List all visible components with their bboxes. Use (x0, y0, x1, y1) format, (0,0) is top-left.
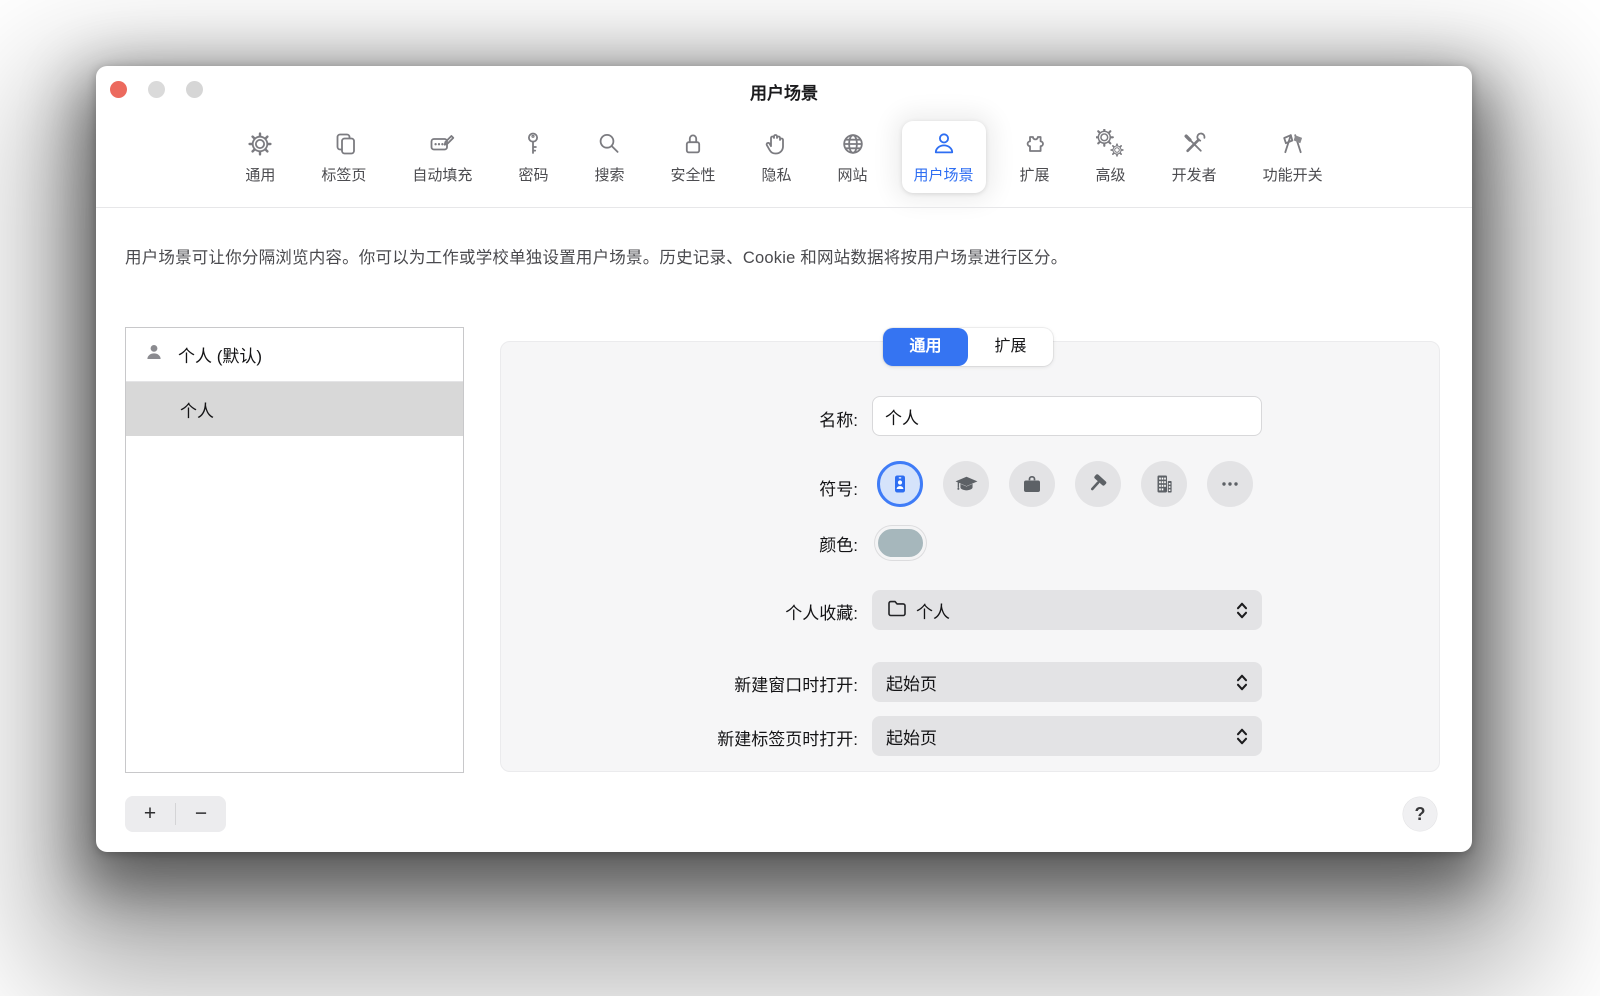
help-button[interactable]: ? (1403, 797, 1437, 831)
hand-icon (761, 129, 791, 159)
name-label: 名称: (819, 406, 858, 431)
symbol-option-more[interactable] (1207, 461, 1253, 507)
add-profile-button[interactable]: + (125, 802, 175, 826)
search-icon (594, 129, 624, 159)
symbol-option-building[interactable] (1141, 461, 1187, 507)
toolbar-item-label: 安全性 (670, 164, 715, 185)
symbol-option-hammer[interactable] (1075, 461, 1121, 507)
new-tab-dropdown[interactable]: 起始页 (872, 716, 1262, 756)
profile-person-icon (144, 342, 164, 367)
toolbar-item-label: 搜索 (594, 164, 624, 185)
autofill-icon (427, 129, 457, 159)
detail-tab-switcher: 通用 扩展 (883, 328, 1053, 366)
building-icon (1152, 472, 1176, 496)
new-window-label: 新建窗口时打开: (734, 671, 858, 696)
toolbar-item-label: 开发者 (1172, 164, 1217, 185)
double-gear-icon (1096, 129, 1126, 159)
toolbar-item-advanced[interactable]: 高级 (1084, 121, 1138, 193)
globe-icon (838, 129, 868, 159)
new-tab-label: 新建标签页时打开: (717, 725, 858, 750)
tab-extensions[interactable]: 扩展 (968, 328, 1053, 366)
person-icon (929, 129, 959, 159)
window-title: 用户场景 (96, 79, 1472, 104)
favorites-label: 个人收藏: (785, 599, 858, 624)
toolbar-item-label: 扩展 (1020, 164, 1050, 185)
profile-list-item[interactable]: 个人 (126, 382, 463, 436)
profile-item-label: 个人 (180, 397, 214, 422)
toolbar-item-label: 隐私 (761, 164, 791, 185)
toolbar-item-label: 自动填充 (412, 164, 472, 185)
toolbar-item-security[interactable]: 安全性 (658, 121, 727, 193)
key-icon (518, 129, 548, 159)
toolbar-item-developer[interactable]: 开发者 (1160, 121, 1229, 193)
toolbar-item-label: 网站 (838, 164, 868, 185)
profile-name-input[interactable] (872, 396, 1262, 436)
symbol-option-graduation-cap[interactable] (943, 461, 989, 507)
add-remove-control: + − (125, 796, 226, 832)
flags-icon (1278, 129, 1308, 159)
puzzle-icon (1020, 129, 1050, 159)
new-tab-value: 起始页 (886, 724, 1226, 749)
folder-icon (886, 597, 908, 624)
tabs-icon (329, 129, 359, 159)
toolbar-item-search[interactable]: 搜索 (582, 121, 636, 193)
toolbar-item-label: 密码 (518, 164, 548, 185)
favorites-value: 个人 (916, 598, 1226, 623)
developer-tools-icon (1179, 129, 1209, 159)
chevron-up-down-icon (1234, 726, 1250, 747)
toolbar-item-label: 用户场景 (914, 164, 974, 185)
id-badge-icon (888, 472, 912, 496)
profiles-group-header[interactable]: 个人 (默认) (126, 328, 463, 382)
toolbar-divider (96, 207, 1472, 208)
lock-icon (678, 129, 708, 159)
chevron-up-down-icon (1234, 600, 1250, 621)
new-window-dropdown[interactable]: 起始页 (872, 662, 1262, 702)
gear-icon (245, 129, 275, 159)
graduation-cap-icon (954, 472, 979, 497)
remove-profile-button[interactable]: − (176, 802, 226, 826)
toolbar-item-label: 高级 (1096, 164, 1126, 185)
toolbar-item-profiles[interactable]: 用户场景 (902, 121, 986, 193)
ellipsis-icon (1218, 472, 1242, 496)
symbol-label: 符号: (819, 475, 858, 500)
briefcase-icon (1020, 472, 1044, 496)
toolbar-item-passwords[interactable]: 密码 (506, 121, 560, 193)
profiles-group-label: 个人 (默认) (178, 342, 262, 367)
toolbar-item-label: 通用 (245, 164, 275, 185)
chevron-up-down-icon (1234, 672, 1250, 693)
toolbar-item-websites[interactable]: 网站 (826, 121, 880, 193)
color-label: 颜色: (819, 531, 858, 556)
toolbar-item-label: 功能开关 (1263, 164, 1323, 185)
favorites-dropdown[interactable]: 个人 (872, 590, 1262, 630)
profiles-description: 用户场景可让你分隔浏览内容。你可以为工作或学校单独设置用户场景。历史记录、Coo… (125, 244, 1432, 268)
toolbar-item-general[interactable]: 通用 (233, 121, 287, 193)
toolbar-item-privacy[interactable]: 隐私 (749, 121, 803, 193)
toolbar-item-tabs[interactable]: 标签页 (309, 121, 378, 193)
toolbar-item-extensions[interactable]: 扩展 (1008, 121, 1062, 193)
new-window-value: 起始页 (886, 670, 1226, 695)
hammer-icon (1086, 472, 1110, 496)
profiles-list: 个人 (默认) 个人 (125, 327, 464, 773)
tab-general[interactable]: 通用 (883, 328, 968, 366)
profile-color-swatch[interactable] (875, 526, 926, 560)
toolbar-item-label: 标签页 (321, 164, 366, 185)
symbol-option-id-badge[interactable] (877, 461, 923, 507)
toolbar-item-feature-flags[interactable]: 功能开关 (1251, 121, 1335, 193)
symbol-option-briefcase[interactable] (1009, 461, 1055, 507)
settings-toolbar: 通用 标签页 自动填充 密码 搜索 (96, 121, 1472, 193)
toolbar-item-autofill[interactable]: 自动填充 (400, 121, 484, 193)
safari-settings-window: 用户场景 通用 标签页 自动填充 密码 (96, 66, 1472, 852)
